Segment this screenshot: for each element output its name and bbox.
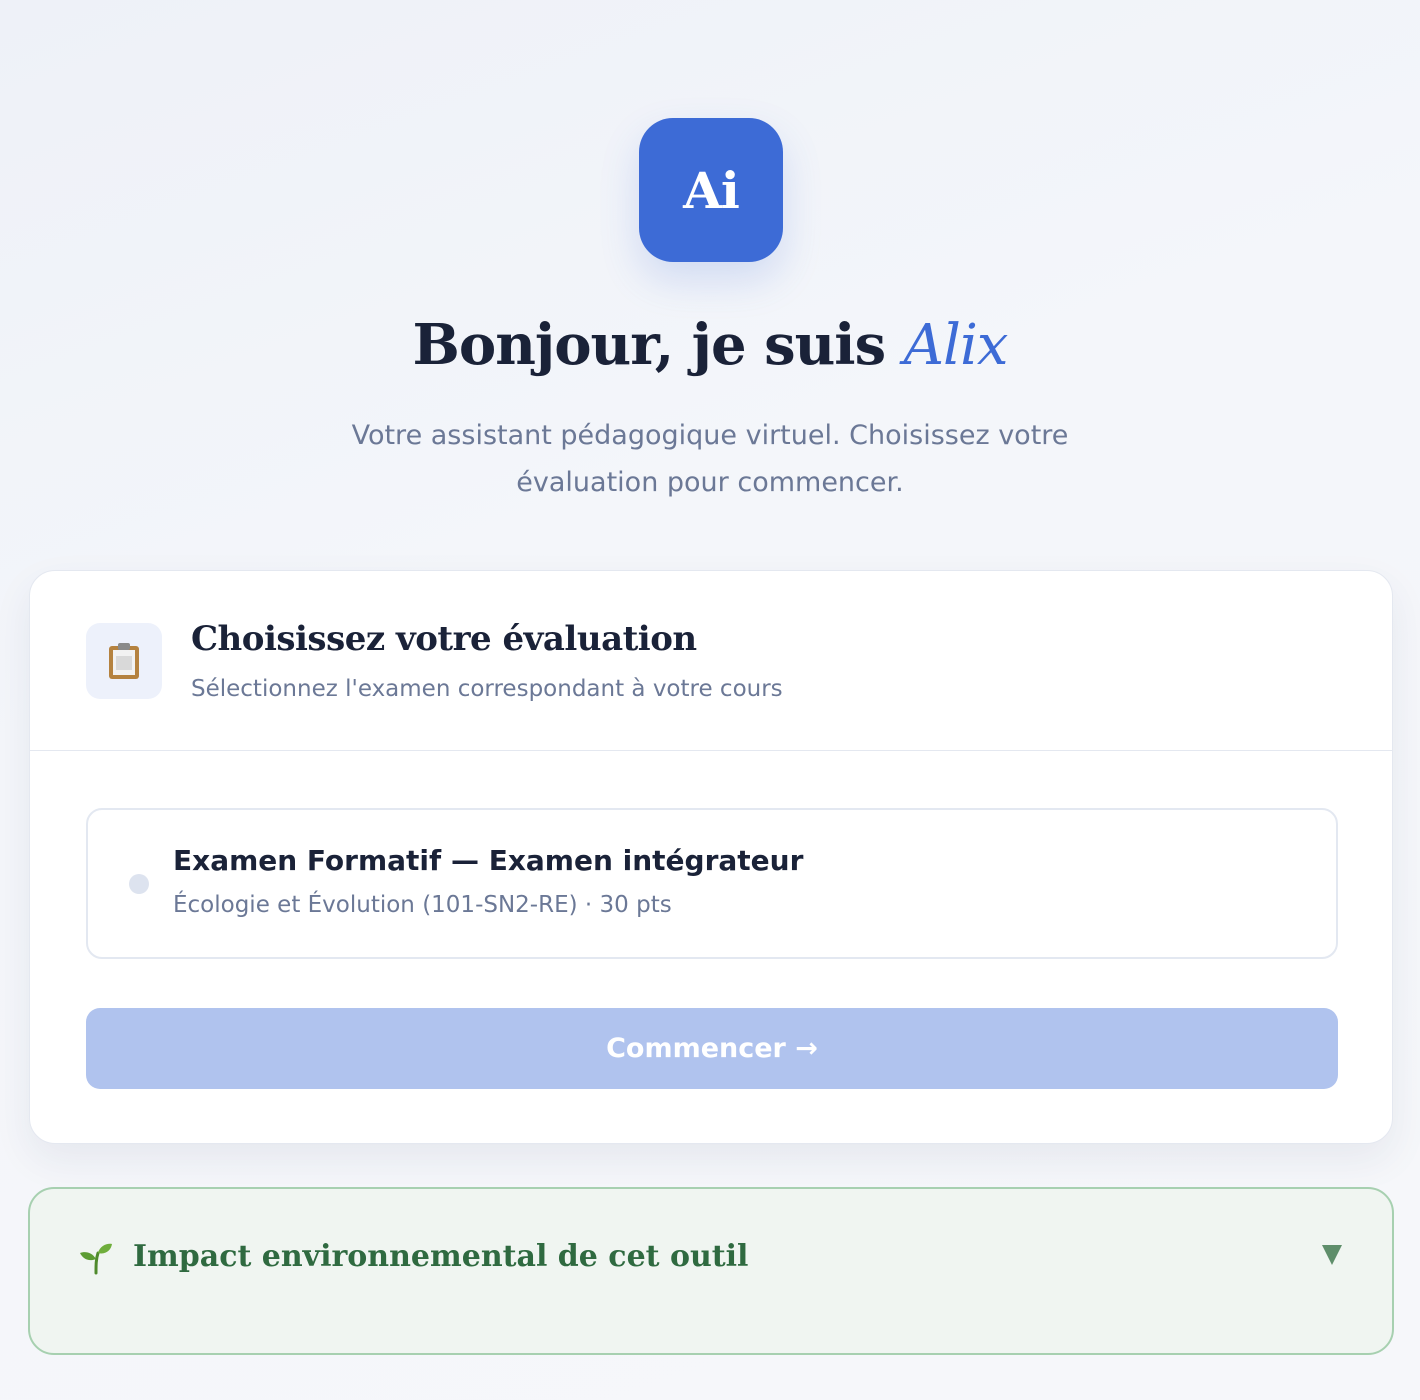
page-subtitle: Votre assistant pédagogique virtuel. Cho… [351, 420, 1069, 498]
caret-down-icon[interactable] [1322, 1245, 1342, 1265]
app-logo: Ai [639, 118, 783, 262]
environment-impact-title: Impact environnemental de cet outil [133, 1239, 749, 1274]
start-button[interactable]: Commencer → [86, 1008, 1338, 1089]
evaluation-card-header: Choisissez votre évaluation Sélectionnez… [30, 571, 1392, 751]
logo-text: Ai [683, 160, 740, 220]
evaluation-card-subtitle: Sélectionnez l'examen correspondant à vo… [191, 676, 783, 702]
title-prefix: Bonjour, je suis [412, 312, 904, 378]
evaluation-card: Choisissez votre évaluation Sélectionnez… [29, 570, 1393, 1144]
exam-option[interactable]: Examen Formatif — Examen intégrateur Éco… [86, 808, 1338, 959]
evaluation-card-title: Choisissez votre évaluation [191, 619, 697, 659]
seedling-icon [78, 1239, 114, 1275]
assistant-name: Alix [903, 313, 1009, 378]
page-title: Bonjour, je suis Alix [0, 312, 1420, 378]
exam-option-details: Écologie et Évolution (101-SN2-RE) · 30 … [173, 892, 672, 918]
environment-impact-panel[interactable]: Impact environnemental de cet outil [28, 1187, 1394, 1355]
exam-option-title: Examen Formatif — Examen intégrateur [173, 844, 804, 877]
exam-option-radio[interactable] [129, 874, 149, 894]
clipboard-icon [86, 623, 162, 699]
